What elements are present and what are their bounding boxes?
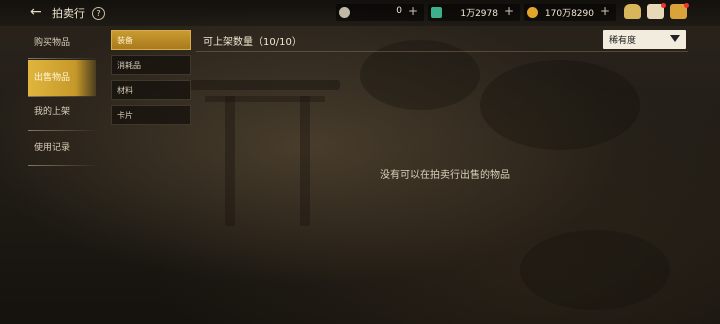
silver-currency: 0 + [336,4,424,21]
gold-coin-icon [527,7,538,18]
torii-decoration-bar [205,96,325,102]
category-consumables[interactable]: 消耗品 [111,55,191,75]
category-materials[interactable]: 材料 [111,80,191,100]
nav-item-my-listings[interactable]: 我的上架 [28,97,100,127]
silver-coin-icon [339,7,350,18]
torii-post-right [300,96,310,226]
nav-divider [28,130,98,131]
foliage-decoration [480,60,640,150]
gold-currency: 170万8290 + [524,4,616,21]
nav-divider [28,58,98,59]
gem-amount: 1万2978 [460,9,498,19]
nav-item-buy[interactable]: 购买物品 [28,28,100,58]
empty-state-message: 没有可以在拍卖行出售的物品 [380,170,510,181]
add-gem-button[interactable]: + [504,4,514,18]
help-icon[interactable]: ? [92,7,105,20]
add-gold-button[interactable]: + [600,4,610,18]
gem-currency: 1万2978 + [428,4,520,21]
foliage-decoration [520,230,670,310]
header-divider [196,51,688,52]
nav-item-history[interactable]: 使用记录 [28,133,100,163]
category-equipment[interactable]: 装备 [111,30,191,50]
page-title: 拍卖行 [52,7,85,20]
nav-item-sell[interactable]: 出售物品 [28,60,96,96]
sort-value: 稀有度 [609,36,637,46]
nav-divider [28,165,98,166]
sort-dropdown[interactable]: 稀有度 [603,30,686,49]
listing-count-label: 可上架数量（10/10） [203,37,302,48]
mail-notification-badge [661,3,666,8]
torii-decoration [190,80,340,90]
chat-notification-badge [684,3,689,8]
back-arrow-icon[interactable]: ← [30,4,42,20]
silver-amount: 0 [396,6,402,16]
add-silver-button[interactable]: + [408,4,418,18]
torii-post-left [225,96,235,226]
gold-amount: 170万8290 [544,9,594,19]
category-cards[interactable]: 卡片 [111,105,191,125]
shop-icon[interactable] [624,4,641,19]
dropdown-arrow-icon [670,35,680,42]
green-gem-icon [431,7,442,18]
top-bar: ← 拍卖行 ? 0 + 1万2978 + 170万8290 + [0,0,720,26]
